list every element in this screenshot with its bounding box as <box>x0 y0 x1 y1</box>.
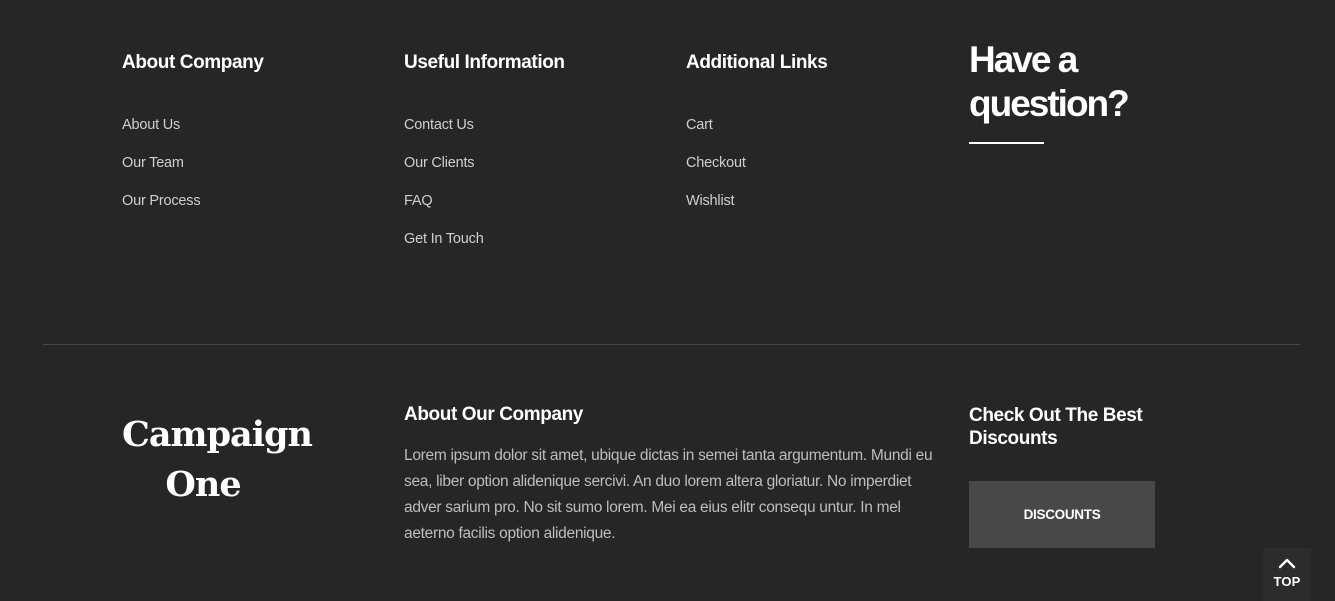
list-item: Cart <box>686 114 746 152</box>
list-item: Get In Touch <box>404 228 484 266</box>
list-item: Our Team <box>122 152 200 190</box>
back-to-top-label: TOP <box>1273 574 1301 589</box>
list-item: Checkout <box>686 152 746 190</box>
link-checkout[interactable]: Checkout <box>686 155 746 171</box>
discount-heading: Check Out The Best Discounts <box>969 405 1143 449</box>
link-wishlist[interactable]: Wishlist <box>686 193 735 209</box>
discounts-button[interactable]: DISCOUNTS <box>969 481 1155 548</box>
link-faq[interactable]: FAQ <box>404 193 433 209</box>
link-list: About Us Our Team Our Process <box>122 114 201 228</box>
column-heading: About Company <box>122 52 264 73</box>
about-text: Lorem ipsum dolor sit amet, ubique dicta… <box>404 447 933 542</box>
list-item: Wishlist <box>686 190 746 228</box>
link-list: Cart Checkout Wishlist <box>686 114 746 228</box>
link-our-process[interactable]: Our Process <box>122 193 201 209</box>
back-to-top-button[interactable]: TOP <box>1263 548 1311 601</box>
question-title: Have a question? <box>969 39 1130 124</box>
site-logo[interactable]: Campaign One <box>122 410 313 510</box>
footer-divider <box>43 344 1300 345</box>
link-our-team[interactable]: Our Team <box>122 155 184 171</box>
link-get-in-touch[interactable]: Get In Touch <box>404 231 484 247</box>
title-underline <box>969 142 1044 144</box>
list-item: Our Clients <box>404 152 484 190</box>
column-heading: Useful Information <box>404 52 565 73</box>
chevron-up-icon <box>1278 558 1296 569</box>
list-item: Contact Us <box>404 114 484 152</box>
list-item: Our Process <box>122 190 201 228</box>
link-list: Contact Us Our Clients FAQ Get In Touch <box>404 114 484 266</box>
column-heading: Additional Links <box>686 52 828 73</box>
about-heading: About Our Company <box>404 404 583 425</box>
link-about-us[interactable]: About Us <box>122 117 180 133</box>
link-our-clients[interactable]: Our Clients <box>404 155 475 171</box>
list-item: About Us <box>122 114 200 152</box>
link-contact-us[interactable]: Contact Us <box>404 117 474 133</box>
link-cart[interactable]: Cart <box>686 117 713 133</box>
list-item: FAQ <box>404 190 484 228</box>
